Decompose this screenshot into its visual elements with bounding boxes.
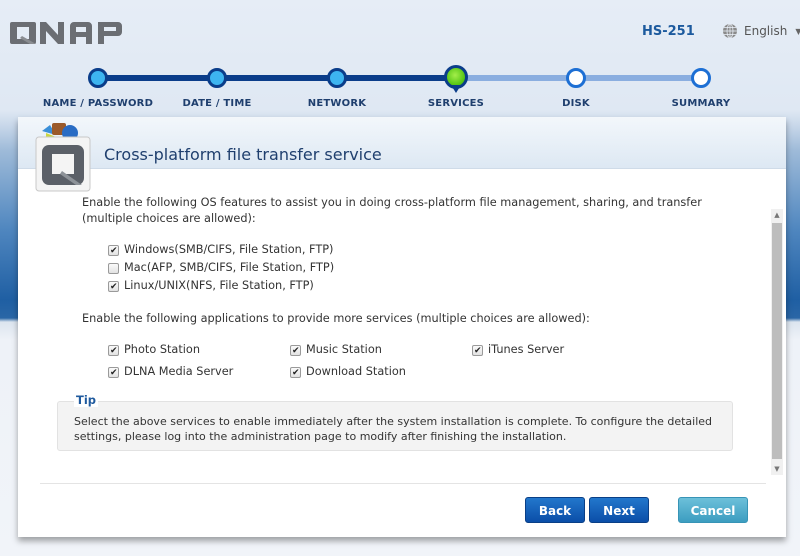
back-button[interactable]: Back — [525, 497, 585, 523]
os-intro-text: Enable the following OS features to assi… — [82, 196, 702, 225]
services-panel: Cross-platform file transfer service Ena… — [18, 117, 786, 537]
checkbox-label: Download Station — [306, 365, 406, 378]
step-label: SERVICES — [427, 98, 485, 109]
scroll-down-icon[interactable]: ▼ — [771, 463, 783, 475]
cancel-button[interactable]: Cancel — [678, 497, 748, 523]
panel-header: Cross-platform file transfer service — [18, 117, 786, 169]
checkbox-label: Music Station — [306, 343, 382, 356]
device-model: HS-251 — [642, 24, 695, 39]
checkbox-label: DLNA Media Server — [124, 365, 234, 378]
step-label: DISK — [562, 98, 590, 109]
checkbox-label: Linux/UNIX(NFS, File Station, FTP) — [124, 279, 314, 292]
step-dot — [207, 68, 227, 88]
scrollbar-thumb[interactable] — [772, 223, 782, 459]
step-dot — [88, 68, 108, 88]
globe-icon — [723, 23, 737, 39]
step-summary: SUMMARY — [631, 60, 771, 109]
content-scrollbar[interactable]: ▲ ▼ — [771, 209, 783, 475]
checkbox-label: Photo Station — [124, 343, 200, 356]
footer-divider — [40, 483, 766, 484]
scroll-up-icon[interactable]: ▲ — [771, 209, 783, 221]
chevron-down-icon: ▼ — [795, 26, 800, 36]
tip-title: Tip — [74, 393, 99, 407]
current-step-marker-icon — [444, 65, 468, 93]
step-disk: DISK — [506, 60, 646, 109]
apps-options: Photo Station Music Station iTunes Serve… — [108, 341, 752, 381]
step-label: SUMMARY — [671, 98, 731, 109]
os-option-windows[interactable]: Windows(SMB/CIFS, File Station, FTP) — [108, 241, 752, 259]
checkbox-label: Mac(AFP, SMB/CIFS, File Station, FTP) — [124, 261, 335, 274]
qnap-logo — [10, 22, 122, 44]
step-label: DATE / TIME — [182, 98, 252, 109]
step-dot — [327, 68, 347, 88]
os-option-linux[interactable]: Linux/UNIX(NFS, File Station, FTP) — [108, 277, 752, 295]
os-option-mac[interactable]: Mac(AFP, SMB/CIFS, File Station, FTP) — [108, 259, 752, 277]
wizard-steps: NAME / PASSWORD DATE / TIME NETWORK SERV… — [0, 60, 800, 115]
app-option-photo-station[interactable]: Photo Station — [108, 341, 290, 359]
checkbox-label: iTunes Server — [488, 343, 565, 356]
app-option-dlna-media-server[interactable]: DLNA Media Server — [108, 363, 290, 381]
step-dot — [566, 68, 586, 88]
app-option-itunes-server[interactable]: iTunes Server — [472, 341, 672, 359]
step-services: SERVICES — [386, 60, 526, 109]
checkbox-dlna-media-server[interactable] — [108, 365, 119, 381]
checkbox-photo-station[interactable] — [108, 343, 119, 359]
checkbox-music-station[interactable] — [290, 343, 301, 359]
language-label: English — [744, 24, 788, 38]
checkbox-windows[interactable] — [108, 243, 119, 259]
checkbox-itunes-server[interactable] — [472, 343, 483, 359]
language-selector[interactable]: English ▼ — [722, 23, 800, 39]
apps-intro-text: Enable the following applications to pro… — [82, 312, 590, 325]
step-date-time: DATE / TIME — [147, 60, 287, 109]
app-option-download-station[interactable]: Download Station — [290, 363, 472, 381]
app-option-music-station[interactable]: Music Station — [290, 341, 472, 359]
checkbox-download-station[interactable] — [290, 365, 301, 381]
panel-title: Cross-platform file transfer service — [104, 145, 382, 164]
step-dot — [691, 68, 711, 88]
checkbox-label: Windows(SMB/CIFS, File Station, FTP) — [124, 243, 334, 256]
checkbox-mac[interactable] — [108, 262, 119, 274]
next-button[interactable]: Next — [589, 497, 649, 523]
tip-text: Select the above services to enable imme… — [74, 415, 713, 443]
checkbox-linux[interactable] — [108, 279, 119, 295]
